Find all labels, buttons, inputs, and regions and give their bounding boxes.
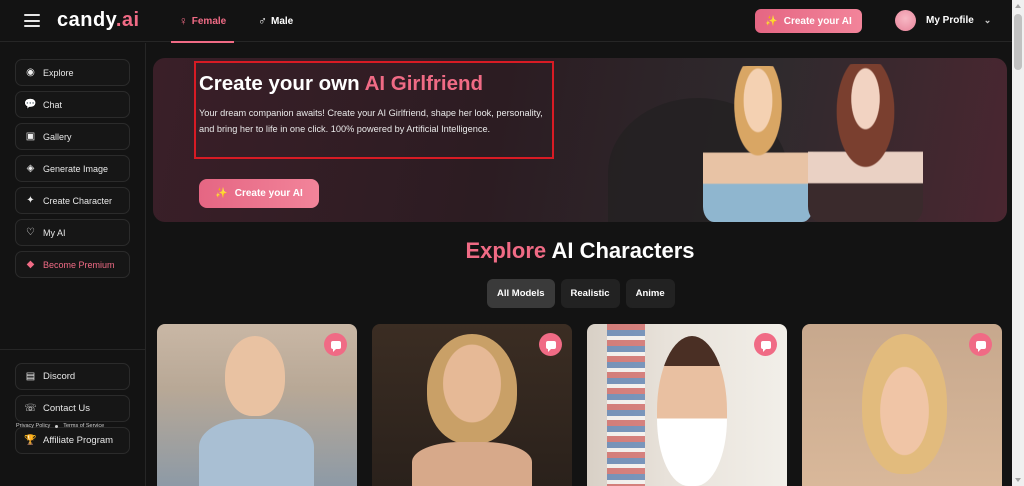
magic-wand-icon: ✨ <box>215 188 228 199</box>
hero-create-ai-button[interactable]: ✨ Create your AI <box>199 179 319 208</box>
magic-wand-icon: ✨ <box>765 15 778 27</box>
sidebar-item-discord[interactable]: ▤ Discord <box>15 363 130 390</box>
tab-male-label: Male <box>271 15 294 27</box>
male-icon: ♂ <box>258 14 267 28</box>
gallery-icon: ▣ <box>25 131 36 142</box>
diamond-icon: ◆ <box>26 259 35 270</box>
generate-image-icon: ◈ <box>26 163 35 174</box>
hero-description: Your dream companion awaits! Create your… <box>199 108 543 134</box>
sidebar-divider <box>0 349 146 350</box>
contact-icon: ☏ <box>24 403 37 414</box>
sidebar-item-label: Affiliate Program <box>43 435 114 446</box>
logo[interactable]: candy.ai <box>57 9 140 32</box>
sidebar-item-my-ai[interactable]: ♡ My AI <box>15 219 130 246</box>
character-image <box>225 336 285 416</box>
character-image <box>427 334 517 444</box>
trophy-icon: 🏆 <box>24 435 37 446</box>
chat-icon[interactable] <box>969 333 992 356</box>
logo-suffix: .ai <box>115 9 140 31</box>
heart-icon: ♡ <box>26 227 35 238</box>
legal-links: Privacy Policy Terms of Service <box>16 423 104 429</box>
hero-title-prefix: Create your own <box>199 72 365 95</box>
sidebar-item-create-character[interactable]: ✦ Create Character <box>15 187 130 214</box>
chat-icon[interactable] <box>539 333 562 356</box>
scroll-down-arrow-icon[interactable] <box>1015 478 1021 482</box>
sidebar-item-become-premium[interactable]: ◆ Become Premium <box>15 251 130 278</box>
sidebar-item-label: Create Character <box>43 195 113 206</box>
sidebar-item-gallery[interactable]: ▣ Gallery <box>15 123 130 150</box>
character-card[interactable] <box>587 324 787 486</box>
hero-character-image-anime <box>808 64 923 222</box>
sidebar-item-label: Chat <box>43 99 63 110</box>
tab-male[interactable]: ♂ Male <box>258 0 293 42</box>
filter-tabs: All Models Realistic Anime <box>487 279 675 308</box>
avatar <box>895 10 916 31</box>
sidebar-item-affiliate-program[interactable]: 🏆 Affiliate Program <box>15 427 130 454</box>
hero-create-ai-button-label: Create your AI <box>234 188 303 199</box>
create-ai-button-label: Create your AI <box>783 15 852 27</box>
filter-realistic[interactable]: Realistic <box>560 279 620 308</box>
sidebar-item-chat[interactable]: 💬 Chat <box>15 91 130 118</box>
sidebar-item-label: Gallery <box>43 131 72 142</box>
tab-female[interactable]: ♀ Female <box>171 0 234 43</box>
profile-menu[interactable]: My Profile ⌄ <box>895 10 991 31</box>
hero-title-accent: AI Girlfriend <box>364 72 484 95</box>
sidebar-item-label: My AI <box>43 227 66 238</box>
discord-icon: ▤ <box>25 371 36 382</box>
character-image <box>862 334 947 474</box>
logo-text: candy <box>57 9 116 31</box>
character-card[interactable] <box>157 324 357 486</box>
scroll-up-arrow-icon[interactable] <box>1015 4 1021 8</box>
explore-heading-rest: AI Characters <box>546 238 695 263</box>
hamburger-menu-icon[interactable] <box>24 14 40 27</box>
sidebar-item-explore[interactable]: ◉ Explore <box>15 59 130 86</box>
filter-all-models[interactable]: All Models <box>487 279 555 308</box>
scrollbar-thumb[interactable] <box>1014 14 1022 70</box>
character-shoulders <box>412 442 532 486</box>
chat-icon[interactable] <box>754 333 777 356</box>
explore-heading: Explore AI Characters <box>153 238 1007 264</box>
sidebar-item-contact-us[interactable]: ☏ Contact Us <box>15 395 130 422</box>
character-image <box>657 336 727 486</box>
magic-wand-icon: ✦ <box>26 195 35 206</box>
chevron-down-icon: ⌄ <box>983 15 992 25</box>
hero-title: Create your own AI Girlfriend <box>199 72 483 96</box>
chat-icon[interactable] <box>324 333 347 356</box>
explore-heading-accent: Explore <box>465 238 547 263</box>
privacy-policy-link[interactable]: Privacy Policy <box>16 423 50 429</box>
filter-anime[interactable]: Anime <box>625 279 675 308</box>
top-bar: candy.ai ♀ Female ♂ Male ✨ Create your A… <box>0 0 1012 43</box>
hero-character-image-blonde <box>703 66 813 222</box>
chat-icon: 💬 <box>24 99 37 110</box>
character-card[interactable] <box>802 324 1002 486</box>
tab-female-label: Female <box>191 15 227 27</box>
sidebar: ◉ Explore 💬 Chat ▣ Gallery ◈ Generate Im… <box>0 43 146 486</box>
compass-icon: ◉ <box>26 67 35 78</box>
terms-of-service-link[interactable]: Terms of Service <box>63 423 104 429</box>
sidebar-item-label: Generate Image <box>43 163 109 174</box>
separator-dot <box>55 424 59 428</box>
sidebar-item-label: Explore <box>43 67 74 78</box>
sidebar-item-label: Discord <box>43 371 76 382</box>
character-card[interactable] <box>372 324 572 486</box>
create-ai-button[interactable]: ✨ Create your AI <box>755 9 862 33</box>
sidebar-item-label: Become Premium <box>43 259 115 270</box>
character-clothing <box>199 419 314 486</box>
hero-banner: Create your own AI Girlfriend Your dream… <box>153 58 1007 222</box>
female-icon: ♀ <box>178 14 188 28</box>
profile-label: My Profile <box>926 15 974 26</box>
sidebar-item-label: Contact Us <box>43 403 90 414</box>
bookshelf-image <box>607 324 645 486</box>
scrollbar[interactable] <box>1012 0 1024 486</box>
sidebar-item-generate-image[interactable]: ◈ Generate Image <box>15 155 130 182</box>
